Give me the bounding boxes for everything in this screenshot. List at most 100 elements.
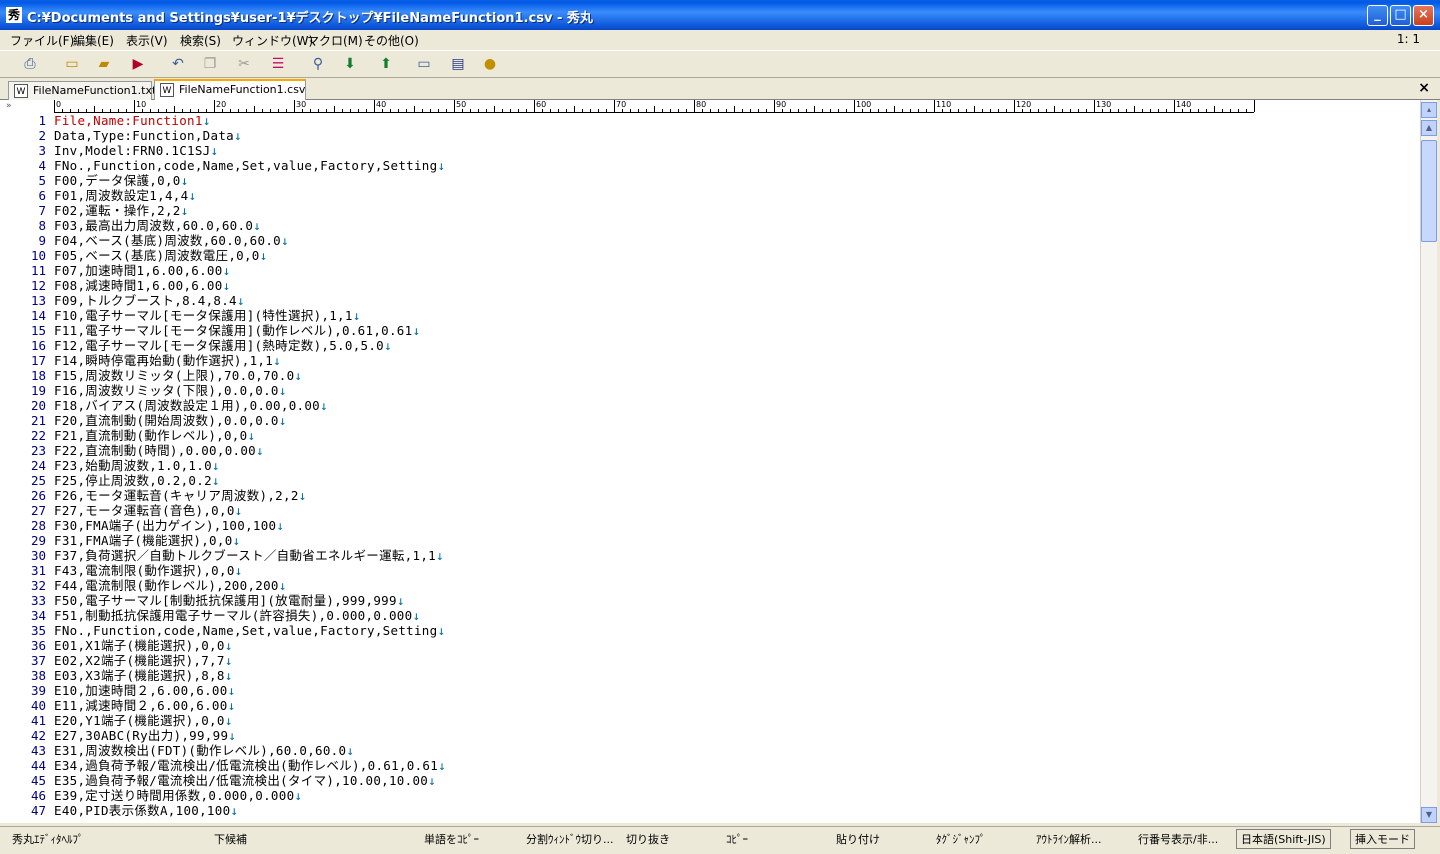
line-text[interactable]: F05,ベース(基底)周波数電圧,0,0↓ — [54, 248, 267, 263]
menu-macro[interactable]: マクロ(M) — [307, 32, 363, 49]
line-text[interactable]: F51,制動抵抗保護用電子サーマル(許容損失),0.000,0.000↓ — [54, 608, 420, 623]
editor-line[interactable]: 30 F37,負荷選択／自動トルクブースト／自動省エネルギー運転,1,1↓ — [0, 548, 1420, 563]
status-copy[interactable]: ｺﾋﾟｰ — [726, 831, 748, 847]
editor-line[interactable]: 39 E10,加速時間２,6.00,6.00↓ — [0, 683, 1420, 698]
status-line-numbers[interactable]: 行番号表示/非... — [1138, 831, 1218, 847]
line-text[interactable]: E01,X1端子(機能選択),0,0↓ — [54, 638, 233, 653]
status-tag-jump[interactable]: ﾀｸﾞｼﾞｬﾝﾌﾟ — [936, 831, 986, 847]
scroll-up-icon[interactable]: ▲ — [1421, 120, 1437, 136]
line-text[interactable]: F37,負荷選択／自動トルクブースト／自動省エネルギー運転,1,1↓ — [54, 548, 444, 563]
line-text[interactable]: F16,周波数リミッタ(下限),0.0,0.0↓ — [54, 383, 287, 398]
help-icon[interactable]: ● — [480, 55, 500, 73]
find-next-icon[interactable]: ⬇ — [340, 55, 360, 73]
window-icon[interactable]: ▭ — [414, 55, 434, 73]
editor-line[interactable]: 25 F25,停止周波数,0.2,0.2↓ — [0, 473, 1420, 488]
status-paste[interactable]: 貼り付け — [836, 831, 880, 847]
editor-line[interactable]: 21 F20,直流制動(開始周波数),0.0,0.0↓ — [0, 413, 1420, 428]
line-text[interactable]: F30,FMA端子(出力ゲイン),100,100↓ — [54, 518, 284, 533]
find-prev-icon[interactable]: ⬆ — [376, 55, 396, 73]
scroll-thumb[interactable] — [1421, 140, 1437, 242]
menu-file[interactable]: ファイル(F) — [10, 32, 74, 49]
editor-line[interactable]: 15 F11,電子サーマル[モータ保護用](動作レベル),0.61,0.61↓ — [0, 323, 1420, 338]
editor-line[interactable]: 14 F10,電子サーマル[モータ保護用](特性選択),1,1↓ — [0, 308, 1420, 323]
text-editor[interactable]: » 0 10 20 30 40 50 60 70 80 90 100 110 120 130 140 1 Fi… — [0, 100, 1420, 823]
status-encoding[interactable]: 日本語(Shift-JIS) — [1236, 829, 1331, 849]
editor-line[interactable]: 27 F27,モータ運転音(音色),0,0↓ — [0, 503, 1420, 518]
menu-other[interactable]: その他(O) — [364, 32, 419, 49]
line-text[interactable]: E40,PID表示係数A,100,100↓ — [54, 803, 238, 818]
line-text[interactable]: E11,減速時間２,6.00,6.00↓ — [54, 698, 235, 713]
line-text[interactable]: E31,周波数検出(FDT)(動作レベル),60.0,60.0↓ — [54, 743, 354, 758]
editor-line[interactable]: 13 F09,トルクブースト,8.4,8.4↓ — [0, 293, 1420, 308]
line-text[interactable]: F12,電子サーマル[モータ保護用](熱時定数),5.0,5.0↓ — [54, 338, 392, 353]
line-text[interactable]: F25,停止周波数,0.2,0.2↓ — [54, 473, 220, 488]
editor-line[interactable]: 2 Data,Type:Function,Data↓ — [0, 128, 1420, 143]
editor-line[interactable]: 29 F31,FMA端子(機能選択),0,0↓ — [0, 533, 1420, 548]
editor-line[interactable]: 47 E40,PID表示係数A,100,100↓ — [0, 803, 1420, 818]
find-icon[interactable]: ⚲ — [308, 55, 328, 73]
editor-line[interactable]: 12 F08,減速時間1,6.00,6.00↓ — [0, 278, 1420, 293]
line-text[interactable]: E35,過負荷予報/電流検出/低電流検出(タイマ),10.00,10.00↓ — [54, 773, 436, 788]
editor-line[interactable]: 17 F14,瞬時停電再始動(動作選択),1,1↓ — [0, 353, 1420, 368]
line-text[interactable]: F31,FMA端子(機能選択),0,0↓ — [54, 533, 240, 548]
line-text[interactable]: F23,始動周波数,1.0,1.0↓ — [54, 458, 220, 473]
line-text[interactable]: F00,データ保護,0,0↓ — [54, 173, 188, 188]
status-insert-mode[interactable]: 挿入モード — [1350, 829, 1415, 849]
split-icon[interactable]: ▤ — [448, 55, 468, 73]
line-text[interactable]: F10,電子サーマル[モータ保護用](特性選択),1,1↓ — [54, 308, 361, 323]
line-text[interactable]: Data,Type:Function,Data↓ — [54, 128, 242, 143]
save-icon[interactable]: ▶ — [128, 55, 148, 73]
menu-view[interactable]: 表示(V) — [126, 32, 168, 49]
menu-edit[interactable]: 編集(E) — [73, 32, 114, 49]
line-text[interactable]: FNo.,Function,code,Name,Set,value,Factor… — [54, 158, 445, 173]
editor-line[interactable]: 33 F50,電子サーマル[制動抵抗保護用](放電耐量),999,999↓ — [0, 593, 1420, 608]
editor-line[interactable]: 22 F21,直流制動(動作レベル),0,0↓ — [0, 428, 1420, 443]
editor-line[interactable]: 31 F43,電流制限(動作選択),0,0↓ — [0, 563, 1420, 578]
scroll-down-icon[interactable]: ▼ — [1421, 807, 1437, 823]
line-text[interactable]: E39,定寸送り時間用係数,0.000,0.000↓ — [54, 788, 302, 803]
editor-line[interactable]: 18 F15,周波数リミッタ(上限),70.0,70.0↓ — [0, 368, 1420, 383]
menu-search[interactable]: 検索(S) — [180, 32, 221, 49]
line-text[interactable]: F15,周波数リミッタ(上限),70.0,70.0↓ — [54, 368, 302, 383]
tab-txt-file[interactable]: W FileNameFunction1.txt — [8, 81, 156, 100]
menu-window[interactable]: ウィンドウ(W) — [232, 32, 313, 49]
editor-line[interactable]: 28 F30,FMA端子(出力ゲイン),100,100↓ — [0, 518, 1420, 533]
status-outline[interactable]: ｱｳﾄﾗｲﾝ解析... — [1036, 831, 1102, 847]
editor-line[interactable]: 37 E02,X2端子(機能選択),7,7↓ — [0, 653, 1420, 668]
line-text[interactable]: F21,直流制動(動作レベル),0,0↓ — [54, 428, 255, 443]
open-folder-icon[interactable]: ▰ — [94, 55, 114, 73]
editor-line[interactable]: 11 F07,加速時間1,6.00,6.00↓ — [0, 263, 1420, 278]
editor-line[interactable]: 36 E01,X1端子(機能選択),0,0↓ — [0, 638, 1420, 653]
cut-icon[interactable]: ✂ — [234, 55, 254, 73]
line-text[interactable]: FNo.,Function,code,Name,Set,value,Factor… — [54, 623, 445, 638]
line-text[interactable]: E02,X2端子(機能選択),7,7↓ — [54, 653, 233, 668]
line-text[interactable]: E34,過負荷予報/電流検出/低電流検出(動作レベル),0.61,0.61↓ — [54, 758, 446, 773]
editor-line[interactable]: 42 E27,30ABC(Ry出力),99,99↓ — [0, 728, 1420, 743]
editor-line[interactable]: 4 FNo.,Function,code,Name,Set,value,Facto… — [0, 158, 1420, 173]
editor-line[interactable]: 9 F04,ベース(基底)周波数,60.0,60.0↓ — [0, 233, 1420, 248]
close-tab-icon[interactable]: × — [1418, 80, 1430, 96]
editor-line[interactable]: 40 E11,減速時間２,6.00,6.00↓ — [0, 698, 1420, 713]
editor-line[interactable]: 35 FNo.,Function,code,Name,Set,value,Fact… — [0, 623, 1420, 638]
editor-line[interactable]: 46 E39,定寸送り時間用係数,0.000,0.000↓ — [0, 788, 1420, 803]
editor-line[interactable]: 26 F26,モータ運転音(キャリア周波数),2,2↓ — [0, 488, 1420, 503]
status-next-candidate[interactable]: 下候補 — [214, 831, 247, 847]
status-split-window[interactable]: 分割ｳｨﾝﾄﾞｳ切り... — [526, 831, 614, 847]
minimize-button[interactable]: _ — [1367, 5, 1388, 26]
maximize-button[interactable]: □ — [1390, 5, 1411, 26]
line-text[interactable]: F07,加速時間1,6.00,6.00↓ — [54, 263, 230, 278]
editor-line[interactable]: 24 F23,始動周波数,1.0,1.0↓ — [0, 458, 1420, 473]
editor-line[interactable]: 7 F02,運転・操作,2,2↓ — [0, 203, 1420, 218]
editor-line[interactable]: 34 F51,制動抵抗保護用電子サーマル(許容損失),0.000,0.000↓ — [0, 608, 1420, 623]
editor-line[interactable]: 43 E31,周波数検出(FDT)(動作レベル),60.0,60.0↓ — [0, 743, 1420, 758]
editor-line[interactable]: 5 F00,データ保護,0,0↓ — [0, 173, 1420, 188]
line-text[interactable]: F26,モータ運転音(キャリア周波数),2,2↓ — [54, 488, 307, 503]
vertical-scrollbar[interactable]: ▴ ▲ ▼ — [1420, 100, 1437, 823]
editor-line[interactable]: 44 E34,過負荷予報/電流検出/低電流検出(動作レベル),0.61,0.61↓ — [0, 758, 1420, 773]
line-text[interactable]: F44,電流制限(動作レベル),200,200↓ — [54, 578, 287, 593]
editor-line[interactable]: 32 F44,電流制限(動作レベル),200,200↓ — [0, 578, 1420, 593]
close-button[interactable]: × — [1413, 5, 1434, 26]
scroll-top-icon[interactable]: ▴ — [1421, 102, 1437, 118]
editor-line[interactable]: 45 E35,過負荷予報/電流検出/低電流検出(タイマ),10.00,10.00↓ — [0, 773, 1420, 788]
editor-line[interactable]: 3 Inv,Model:FRN0.1C1SJ↓ — [0, 143, 1420, 158]
